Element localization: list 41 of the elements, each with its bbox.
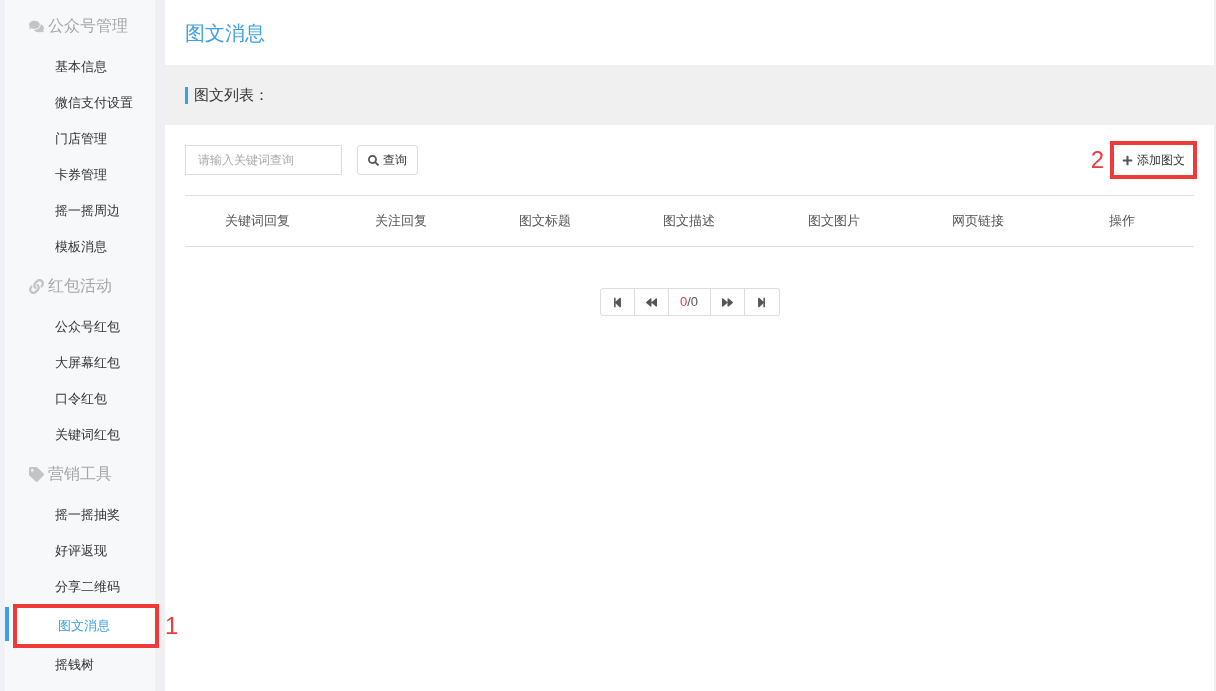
page-indicator: 0/0 [679,293,699,312]
sidebar-item[interactable]: 公众号红包 [5,309,120,345]
sidebar-group-title: 公众号管理 [48,16,128,36]
fast-forward-icon [721,296,733,308]
plus-icon [1122,154,1133,166]
search-button[interactable]: 查询 [357,145,418,175]
column-header: 图文描述 [663,212,716,231]
rewind-icon [645,296,657,308]
skip-forward-icon [756,296,767,308]
add-button[interactable]: 添加图文 [1110,141,1197,179]
search-field[interactable]: 请输入关键词查询 [185,145,342,175]
column-header: 图文图片 [807,212,860,231]
sidebar-item[interactable]: 摇钱树 [5,647,94,683]
column-header: 操作 [1108,212,1135,231]
sidebar-group-title: 营销工具 [48,464,112,484]
sidebar-item[interactable]: 基本信息 [5,49,107,85]
skip-back-icon [611,296,623,308]
search-icon [368,154,379,166]
sidebar-item[interactable]: 卡券管理 [5,157,107,193]
sidebar-item[interactable]: 微信支付设置 [5,85,133,121]
sidebar-item[interactable]: 摇一摇周边 [5,193,120,229]
sidebar-item[interactable]: 大屏幕红包 [5,345,120,381]
chat-icon [29,18,44,34]
sidebar-item[interactable]: 好评返现 [5,533,107,569]
callout-number: 2 [1090,148,1104,172]
tag-icon [29,466,44,482]
column-header: 关注回复 [375,212,428,231]
page-title: 图文消息 [185,20,265,46]
column-header: 图文标题 [519,212,572,231]
sidebar-item[interactable]: 口令红包 [5,381,107,417]
sidebar-item[interactable]: 关键词红包 [5,417,120,453]
section-title: 图文列表： [194,84,269,105]
sidebar-group-title: 红包活动 [48,276,112,296]
column-header: 关键词回复 [224,212,290,231]
sidebar-item[interactable]: 分享二维码 [5,569,120,605]
sidebar-item[interactable]: 门店管理 [5,121,107,157]
link-icon [29,278,44,294]
callout-number: 1 [165,614,179,638]
sidebar-item[interactable]: 摇一摇抽奖 [5,497,120,533]
column-header: 网页链接 [951,212,1004,231]
sidebar-item[interactable]: 模板消息 [5,229,107,265]
